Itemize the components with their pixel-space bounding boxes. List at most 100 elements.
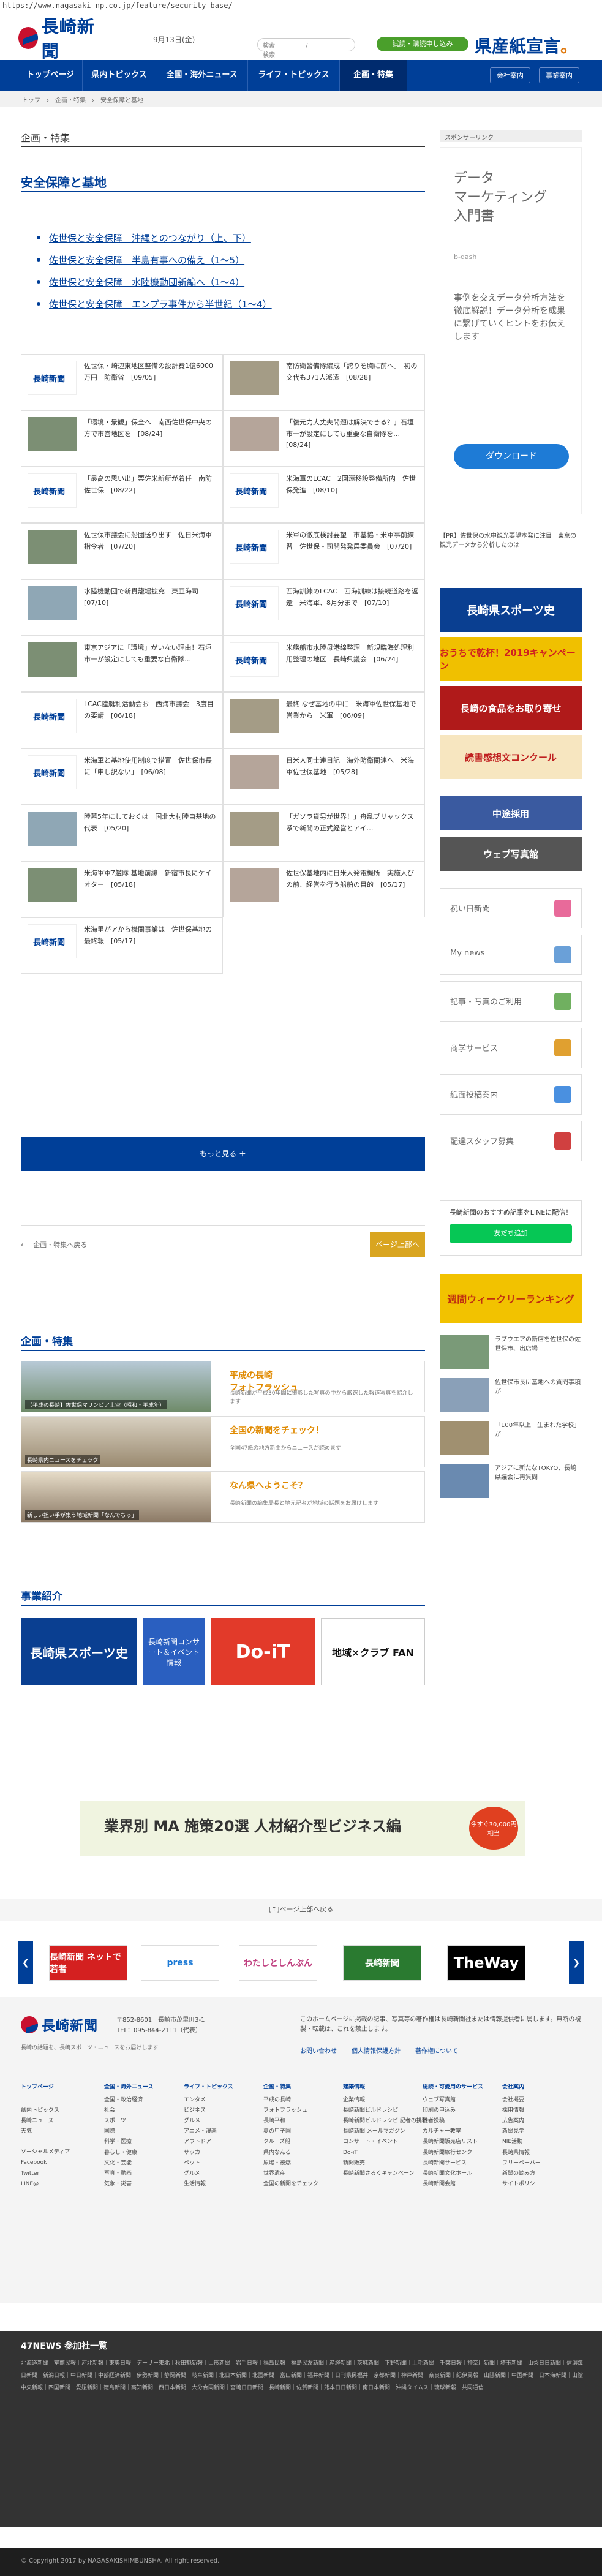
sidebar-banner[interactable]: おうちで乾杯！2019キャンペーン [440, 637, 582, 681]
sidebar-banner[interactable]: 読書感想文コンクール [440, 735, 582, 779]
article-card[interactable]: 米海軍軍7艦隊 基地前線 新宿市長にケイオター [05/18] [21, 861, 223, 917]
sidebar-link-service[interactable]: 商学サービス [440, 1028, 582, 1068]
next-arrow-icon[interactable]: ❯ [569, 1941, 584, 1984]
ranking-item[interactable]: アジアに新たなTOKYO、長崎県議会に再質問 [440, 1464, 582, 1502]
article-card[interactable]: 最終 なぜ基地の中に 米海軍佐世保基地で営業から 米軍 [06/09] [223, 692, 425, 748]
bottom-banner[interactable]: press [141, 1945, 219, 1981]
footer-link[interactable]: お問い合わせ [300, 2046, 337, 2055]
ranking-item[interactable]: 佐世保市長に基地への質問事項が [440, 1378, 582, 1416]
footer-link[interactable]: 長崎新聞ビルドレシピ [343, 2106, 427, 2116]
footer-link[interactable]: 著作権について [415, 2046, 458, 2055]
article-card[interactable]: 佐世保基地内に日米人発電機所 実施人びの前、経営を行う船舶の目的 [05/17] [223, 861, 425, 917]
article-card[interactable]: 佐世保・崎辺東地区整備の設計費1億6000万円 防衛省 [09/05] [21, 354, 223, 410]
article-card[interactable]: 日米人同士連日記 海外防衛関連へ 米海軍佐世保基地 [05/28] [223, 748, 425, 805]
breadcrumb[interactable]: トップ › 企画・特集 › 安全保障と基地 [0, 91, 602, 107]
footer-link[interactable]: 長崎新聞会館 [423, 2179, 483, 2190]
footer-link[interactable]: 暮らし・健康 [104, 2148, 154, 2158]
footer-link[interactable]: アウトドア [184, 2137, 233, 2147]
series-link[interactable]: 佐世保と安全保障 エンプラ事件から半世紀（1～4） [37, 293, 272, 315]
footer-link[interactable]: 印刷の申込み [423, 2106, 483, 2116]
footer-link[interactable]: グルメ [184, 2169, 233, 2179]
footer-link[interactable]: 原爆・被爆 [263, 2158, 318, 2169]
sidebar-banner[interactable]: 長崎の食品をお取り寄せ [440, 686, 582, 730]
article-card[interactable]: 水陸機動団で新貫籠場拡充 東亜海司 [07/10] [21, 579, 223, 636]
footer-link[interactable]: 長崎新聞文化ホール [423, 2169, 483, 2179]
article-card[interactable]: 東京アジアに「環境」がいない理由！石垣市一が設定にしても重要な自衛隊… [21, 636, 223, 692]
nav-national[interactable]: 全国・海外ニュース [156, 60, 248, 91]
sidebar-pr-news[interactable]: 【PR】佐世保の水中観光要望本発に注目 東京の観光データから分析したのは [440, 532, 582, 550]
page-top-button[interactable]: ページ上部へ [370, 1232, 425, 1257]
business-card[interactable]: 長崎新聞コンサート＆イベント情報 [143, 1618, 205, 1685]
footer-link[interactable]: 個人情報保護方針 [352, 2046, 401, 2055]
article-card[interactable]: 南防衛警備隊編成「誇りを胸に前へ」 初の交代も371人派遣 [08/28] [223, 354, 425, 410]
footer-link[interactable]: 読者投稿 [423, 2116, 483, 2126]
footer-link[interactable]: 気象・災害 [104, 2179, 154, 2190]
sidebar-link-recruit[interactable]: 配達スタッフ募集 [440, 1121, 582, 1161]
sidebar-banner[interactable]: 長崎県スポーツ史 [440, 588, 582, 632]
footer-column-head[interactable]: 全国・海外ニュース [104, 2082, 154, 2093]
feature-item[interactable]: 【平成の長崎】佐世保マリンピア上空（昭和・平成年） 平成の長崎 フォトフラッシュ… [21, 1361, 425, 1412]
article-card[interactable]: 米海軍のLCAC 2回還移設整備所内 佐世保発進 [08/10] [223, 467, 425, 523]
footer-link[interactable]: サッカー [184, 2148, 233, 2158]
footer-link[interactable]: 県内なんる [263, 2148, 318, 2158]
article-card[interactable]: 西海訓練のLCAC 西海訓練は接続道路を返還 米海軍、8月分まで [07/10] [223, 579, 425, 636]
bottom-banner[interactable]: 長崎新聞 [343, 1945, 421, 1981]
bottom-banner[interactable]: TheWay [447, 1945, 525, 1981]
business-card[interactable]: Do-iT [211, 1618, 315, 1685]
footer-link[interactable]: 長崎県情報 [502, 2148, 541, 2158]
article-card[interactable]: 米軍の徹底検討要望 市基協・米軍事前練習 佐世保・司開発発展委員会 [07/20… [223, 523, 425, 579]
footer-link[interactable]: 企業情報 [343, 2095, 427, 2106]
subscribe-button[interactable]: 試読・購読申し込み [377, 37, 468, 51]
page-top-strip[interactable]: [↑]ページ上部へ戻る [0, 1899, 602, 1921]
footer-link[interactable]: サイトポリシー [502, 2179, 541, 2190]
ranking-banner[interactable]: 週間ウィークリーランキング [440, 1274, 582, 1323]
footer-link[interactable]: 新聞見学 [502, 2126, 541, 2137]
news47-list[interactable]: 北海道新聞｜室蘭民報｜河北新報｜東奥日報｜デーリー東北｜秋田魁新報｜山形新聞｜岩… [21, 2358, 584, 2394]
footer-link[interactable]: 新聞の読み方 [502, 2169, 541, 2179]
article-card[interactable]: 佐世保市議会に船団送り出す 佐日米海軍指令者 [07/20] [21, 523, 223, 579]
footer-link[interactable]: スポーツ [104, 2116, 154, 2126]
footer-link[interactable]: 長崎新聞さるくキャンペーン [343, 2169, 427, 2179]
footer-link[interactable]: LINE@ [21, 2179, 70, 2190]
footer-link[interactable]: ビジネス [184, 2106, 233, 2116]
footer-link[interactable]: 長崎新聞旅行センター [423, 2148, 483, 2158]
bottom-banner[interactable]: 長崎新聞 ネットで若者 [49, 1945, 127, 1981]
sidebar-banner[interactable]: 中途採用 [440, 796, 582, 830]
article-card[interactable]: 「ガソラ貨男が世界！」舟乱ブリャックス系で新聞の正式経営とアイ… [223, 805, 425, 861]
address-bar[interactable]: https://www.nagasaki-np.co.jp/feature/se… [0, 0, 602, 11]
slogan-banner[interactable]: 県産紙宣言。 [475, 33, 578, 58]
back-to-features-link[interactable]: ← 企画・特集へ戻る [21, 1240, 87, 1249]
footer-link[interactable]: フリーペーパー [502, 2158, 541, 2169]
sidebar-banner[interactable]: ウェブ写真館 [440, 837, 582, 871]
nav-business[interactable]: 事業案内 [539, 67, 579, 83]
footer-link[interactable]: 写真・動画 [104, 2169, 154, 2179]
footer-link[interactable]: 世界遺産 [263, 2169, 318, 2179]
footer-link[interactable]: 県内トピックス [21, 2106, 70, 2116]
line-add-button[interactable]: 友だち追加 [450, 1224, 572, 1243]
footer-link[interactable]: フォトフラッシュ [263, 2106, 318, 2116]
footer-link[interactable]: Facebook [21, 2158, 70, 2168]
search-input[interactable]: 検索 / 検索 [257, 38, 355, 59]
sidebar-link-contribute[interactable]: 紙面投稿案内 [440, 1074, 582, 1115]
sidebar-link-celebration[interactable]: 祝い日新聞 [440, 888, 582, 928]
nav-company[interactable]: 会社案内 [490, 67, 530, 83]
footer-link[interactable]: 科学・医療 [104, 2137, 154, 2147]
nav-local[interactable]: 県内トピックス [83, 60, 156, 91]
footer-link[interactable]: 新聞販売 [343, 2158, 427, 2169]
footer-link[interactable]: 会社概要 [502, 2095, 541, 2106]
footer-link[interactable]: 国際 [104, 2126, 154, 2137]
footer-column-head[interactable]: ライフ・トピックス [184, 2082, 233, 2093]
article-card[interactable]: 陸幕5年にしておくは 国北大村陸自基地の代表 [05/20] [21, 805, 223, 861]
article-card[interactable]: 「最高の思い出」栗佐米新艇が着任 南防佐世保 [08/22] [21, 467, 223, 523]
footer-link[interactable]: アニメ・漫画 [184, 2126, 233, 2137]
footer-link[interactable]: 長崎新聞 メールマガジン [343, 2126, 427, 2137]
ad-banner[interactable]: 業界別 MA 施策20選 人材紹介型ビジネス編 今すぐ30,000円相当 [80, 1801, 525, 1856]
footer-link[interactable]: エンタメ [184, 2095, 233, 2106]
more-button[interactable]: もっと見る ＋ [21, 1137, 425, 1171]
footer-link[interactable]: 生活情報 [184, 2179, 233, 2190]
footer-link[interactable]: 長崎平和 [263, 2116, 318, 2126]
footer-link[interactable]: 長崎新聞販売店リスト [423, 2137, 483, 2147]
business-card[interactable]: 長崎県スポーツ史 [21, 1618, 137, 1685]
footer-link[interactable]: 社会 [104, 2106, 154, 2116]
footer-column-head[interactable]: 建築情報 [343, 2082, 427, 2093]
